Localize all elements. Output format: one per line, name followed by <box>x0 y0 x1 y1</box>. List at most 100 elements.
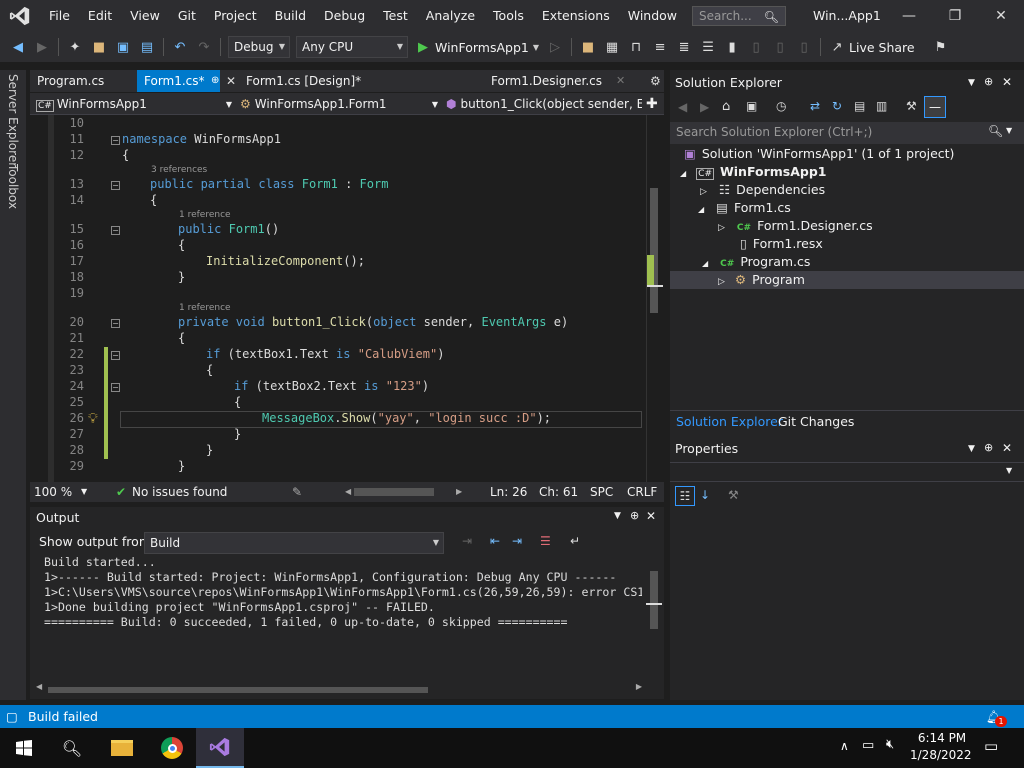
toolbox-tab[interactable]: Toolbox <box>6 164 20 209</box>
output-text[interactable]: Build started... 1>------ Build started: … <box>44 555 642 630</box>
tree-item-project[interactable]: ◢ C# WinFormsApp1 <box>680 163 826 181</box>
scroll-right-icon[interactable]: ▶ <box>636 682 642 691</box>
zoom-level[interactable]: 100 % <box>34 482 72 502</box>
menu-file[interactable]: File <box>40 0 79 32</box>
action-center-icon[interactable]: ▭ <box>984 737 998 755</box>
close-tab-icon[interactable]: ✕ <box>616 70 625 92</box>
undo-icon[interactable]: ↶ <box>169 36 191 58</box>
menu-git[interactable]: Git <box>169 0 205 32</box>
menu-view[interactable]: View <box>121 0 169 32</box>
visual-studio-taskbar-icon[interactable] <box>196 728 244 768</box>
line-ending[interactable]: CRLF <box>627 482 657 502</box>
menu-extensions[interactable]: Extensions <box>533 0 619 32</box>
save-icon[interactable]: ▣ <box>112 36 134 58</box>
menu-tools[interactable]: Tools <box>484 0 533 32</box>
menu-project[interactable]: Project <box>205 0 266 32</box>
home-icon[interactable]: ⌂ <box>722 99 730 114</box>
codelens-references[interactable]: 1 reference <box>179 303 231 313</box>
tab-form1-design[interactable]: Form1.cs [Design]* <box>239 70 389 92</box>
clock-date[interactable]: 1/28/2022 <box>910 748 972 762</box>
live-share-icon[interactable]: ↗ <box>826 36 848 58</box>
live-share-button[interactable]: Live Share <box>849 40 915 55</box>
tree-item-form1-cs[interactable]: ◢ ▤ Form1.cs <box>698 199 791 217</box>
fold-toggle-icon[interactable]: − <box>111 351 120 360</box>
chrome-icon[interactable] <box>148 728 196 768</box>
tab-form1-designer-cs[interactable]: Form1.Designer.cs ✕ <box>484 70 644 92</box>
tree-item-program-class[interactable]: ▷ ⚙ Program <box>670 271 1024 289</box>
expanded-arrow-icon[interactable]: ◢ <box>698 205 704 214</box>
menu-test[interactable]: Test <box>374 0 417 32</box>
redo-icon[interactable]: ↷ <box>193 36 215 58</box>
collapsed-arrow-icon[interactable]: ▷ <box>718 223 725 233</box>
comment-icon[interactable]: ☰ <box>697 36 719 58</box>
menu-build[interactable]: Build <box>266 0 315 32</box>
minimize-icon[interactable]: — <box>886 0 932 32</box>
search-icon[interactable]: 🔍︎ <box>48 728 96 768</box>
pin-icon[interactable]: ⊕ <box>984 441 993 454</box>
horizontal-scroll-thumb[interactable] <box>354 488 434 496</box>
server-explorer-tab[interactable]: Server Explorer <box>6 74 20 167</box>
close-panel-icon[interactable]: ✕ <box>646 509 656 523</box>
open-folder-icon[interactable]: ■ <box>88 36 110 58</box>
prev-bookmark-icon[interactable]: ▯ <box>745 36 767 58</box>
fold-toggle-icon[interactable]: − <box>111 383 120 392</box>
codelens-references[interactable]: 3 references <box>151 165 207 175</box>
scroll-right-icon[interactable]: ▶ <box>456 482 462 502</box>
run-target-label[interactable]: WinFormsApp1 <box>435 40 529 55</box>
properties-object-selector[interactable]: ▼ <box>670 462 1024 482</box>
switch-views-icon[interactable]: ▣ <box>746 99 757 113</box>
scroll-thumb[interactable] <box>48 687 428 693</box>
column-position[interactable]: Ch: 61 <box>539 482 578 502</box>
bookmark-icon[interactable]: ▮ <box>721 36 743 58</box>
lightbulb-icon[interactable]: 💡︎ <box>88 411 98 427</box>
tab-git-changes[interactable]: Git Changes <box>778 414 854 429</box>
member-dropdown[interactable]: ⬢ button1_Click(object sender, Ev <box>446 95 642 114</box>
collapse-all-icon[interactable]: ▤ <box>854 99 865 113</box>
platform-select[interactable]: Any CPU ▼ <box>296 36 408 58</box>
pin-icon[interactable]: ⊕ <box>630 509 639 522</box>
fold-toggle-icon[interactable]: − <box>111 136 120 145</box>
scroll-left-icon[interactable]: ◀ <box>345 482 351 502</box>
new-project-icon[interactable]: ✦ <box>64 36 86 58</box>
next-bookmark-icon[interactable]: ▯ <box>769 36 791 58</box>
chevron-down-icon[interactable]: ▼ <box>614 511 621 521</box>
menu-edit[interactable]: Edit <box>79 0 121 32</box>
brush-icon[interactable]: ✎ <box>292 482 302 502</box>
menu-debug[interactable]: Debug <box>315 0 374 32</box>
back-icon[interactable]: ◀ <box>7 36 29 58</box>
collapsed-arrow-icon[interactable]: ▷ <box>700 187 707 197</box>
scroll-left-icon[interactable]: ◀ <box>36 682 42 691</box>
show-all-files-icon[interactable]: ▥ <box>876 99 887 113</box>
feedback-icon[interactable]: ⚑ <box>930 36 952 58</box>
fold-toggle-icon[interactable]: − <box>111 181 120 190</box>
editor-vertical-scrollbar[interactable] <box>646 115 663 482</box>
word-wrap-icon[interactable]: ↵ <box>570 534 580 548</box>
fold-toggle-icon[interactable]: − <box>111 319 120 328</box>
tree-item-program-cs[interactable]: ◢ C# Program.cs <box>702 253 810 271</box>
sync-icon[interactable]: ⇄ <box>810 99 820 113</box>
refresh-icon[interactable]: ↻ <box>832 99 842 113</box>
next-message-icon[interactable]: ⇥ <box>512 534 522 548</box>
properties-wrench-icon[interactable]: ⚒ <box>906 99 917 113</box>
scroll-thumb[interactable] <box>650 188 658 313</box>
codelens-references[interactable]: 1 reference <box>179 210 231 220</box>
expanded-arrow-icon[interactable]: ◢ <box>702 259 708 268</box>
windows-start-icon[interactable] <box>0 728 48 768</box>
pin-icon[interactable]: ⊕ <box>984 75 993 88</box>
project-dropdown[interactable]: C# WinFormsApp1 ▼ <box>36 95 234 114</box>
outdent-icon[interactable]: ≣ <box>673 36 695 58</box>
indent-icon[interactable]: ≡ <box>649 36 671 58</box>
close-window-icon[interactable]: ✕ <box>978 0 1024 32</box>
forward-icon[interactable]: ▶ <box>31 36 53 58</box>
volume-muted-icon[interactable]: 🔇︎ <box>886 737 894 752</box>
close-panel-icon[interactable]: ✕ <box>1002 441 1012 455</box>
back-icon[interactable]: ◀ <box>678 100 687 114</box>
class-dropdown[interactable]: ⚙ WinFormsApp1.Form1 ▼ <box>240 95 440 114</box>
hot-reload-icon[interactable]: ▦ <box>601 36 623 58</box>
go-to-error-icon[interactable]: ⇥ <box>462 534 472 548</box>
network-icon[interactable]: ▭ <box>862 738 874 753</box>
solution-search-input[interactable]: Search Solution Explorer (Ctrl+;) 🔍︎ ▼ <box>670 122 1024 144</box>
start-without-debug-icon[interactable]: ▷ <box>544 36 566 58</box>
forward-icon[interactable]: ▶ <box>700 100 709 114</box>
code-editor[interactable]: 10 11 12 13 14 15 16 17 18 19 20 21 22 2… <box>30 115 646 482</box>
